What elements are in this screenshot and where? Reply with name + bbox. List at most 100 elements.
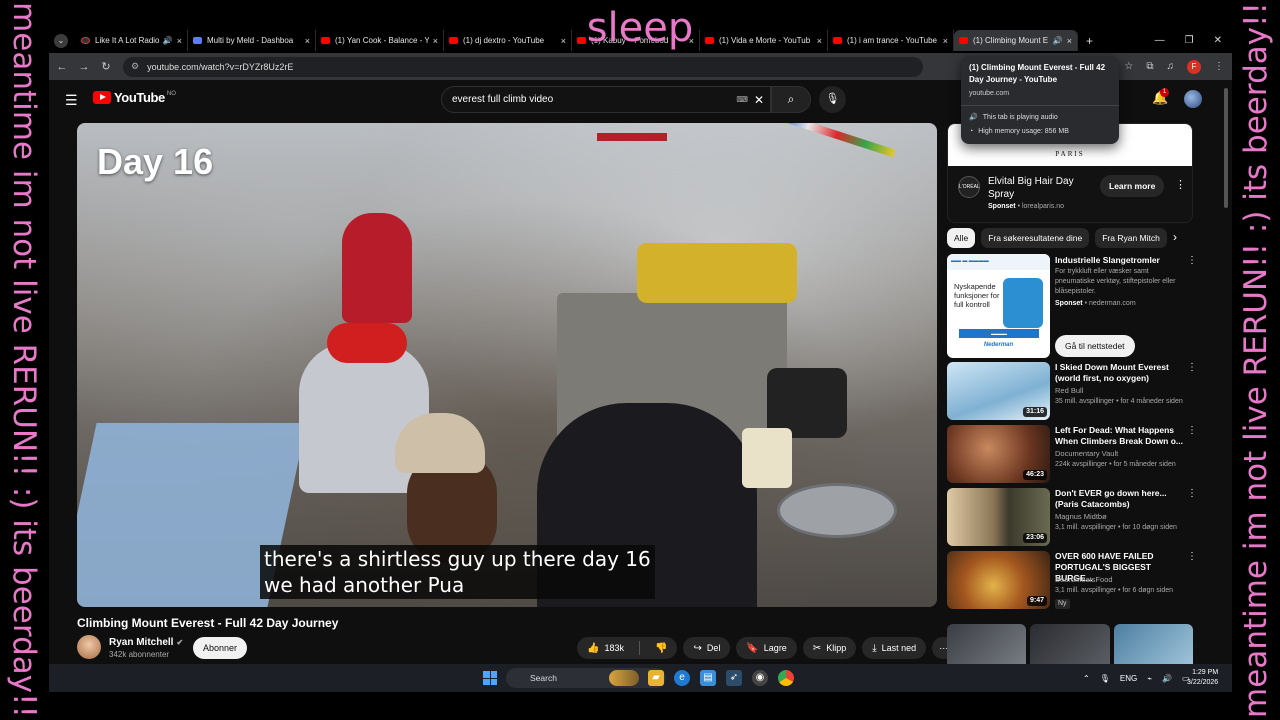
recommendation-channel[interactable]: Magnus Midtbø (1055, 512, 1107, 521)
caption-line: there's a shirtless guy up there day 16 (264, 547, 651, 571)
channel-avatar[interactable] (77, 635, 101, 659)
ad-learn-more-button[interactable]: Learn more (1100, 175, 1165, 197)
speaker-icon[interactable]: 🔊 (163, 36, 173, 45)
close-icon[interactable]: × (177, 36, 182, 46)
forward-icon[interactable]: → (73, 61, 95, 73)
recommendation-title[interactable]: Don't EVER go down here... (Paris Cataco… (1055, 488, 1185, 510)
more-options-icon[interactable]: ⋮ (1175, 178, 1186, 191)
chevron-up-icon[interactable]: ⌃ (1083, 674, 1090, 683)
more-options-icon[interactable]: ⋮ (1187, 255, 1197, 266)
youtube-logo[interactable]: YouTube NO (93, 90, 176, 105)
close-icon[interactable]: × (689, 36, 694, 46)
new-tab-button[interactable]: + (1086, 34, 1093, 48)
network-icon[interactable]: ⌁ (1147, 674, 1152, 683)
download-button[interactable]: ⤓ Last ned (862, 637, 927, 659)
tab-5[interactable]: (1) Vida e Morte - YouTub × (700, 30, 828, 51)
tab-title: (1) Yan Cook - Balance - Y (335, 36, 429, 45)
recommendation-channel[interactable]: Red Bull (1055, 386, 1083, 395)
video-thumbnail[interactable]: 46:23 (947, 425, 1050, 483)
speaker-icon[interactable]: 🔊 (1053, 36, 1063, 45)
recommendation-channel[interactable]: BeardMeatsFood (1055, 575, 1113, 584)
file-explorer-icon[interactable]: ▰ (648, 670, 664, 686)
sidebar-ad2-thumbnail[interactable]: ▬▬ ▬ ▬▬▬▬ Nyskapende funksjoner for full… (947, 254, 1050, 358)
tab-7-active[interactable]: (1) Climbing Mount E 🔊 × (954, 30, 1078, 51)
profile-avatar[interactable]: F (1187, 59, 1201, 74)
tab-search-button[interactable]: ⌄ (54, 33, 68, 48)
recommendation-title[interactable]: I Skied Down Mount Everest (world first,… (1055, 362, 1185, 384)
tab-2[interactable]: (1) Yan Cook - Balance - Y × (316, 30, 444, 51)
more-options-icon[interactable]: ⋮ (1187, 425, 1197, 436)
video-thumbnail[interactable] (1113, 624, 1193, 664)
tab-3[interactable]: (1) dj dextro - YouTube × (444, 30, 572, 51)
bookmark-star-icon[interactable]: ☆ (1124, 61, 1133, 72)
minimize-icon[interactable]: — (1155, 35, 1165, 46)
close-icon[interactable]: × (561, 36, 566, 46)
more-options-icon[interactable]: ⋮ (1187, 551, 1197, 562)
microphone-icon[interactable]: 🎙 (1100, 674, 1110, 683)
save-button[interactable]: 🔖 Lagre (736, 637, 797, 659)
channel-name-row[interactable]: Ryan Mitchell ✔ (109, 637, 183, 648)
media-icon[interactable]: ♫ (1167, 61, 1175, 72)
volume-icon[interactable]: 🔊 (1162, 674, 1172, 683)
video-player[interactable]: Day 16 there's a shirtless guy up there … (77, 123, 937, 607)
share-button[interactable]: ↪ Del (683, 637, 731, 659)
tab-4[interactable]: (1) Kabuy – Fomebod × (572, 30, 700, 51)
obs-icon[interactable]: ◉ (752, 670, 768, 686)
close-window-icon[interactable]: ✕ (1214, 35, 1222, 46)
tab-6[interactable]: (1) i am trance - YouTube × (828, 30, 954, 51)
store-icon[interactable]: ▤ (700, 670, 716, 686)
ad-title[interactable]: Elvital Big Hair Day Spray (988, 175, 1098, 201)
app-icon[interactable]: ➶ (726, 670, 742, 686)
dislike-button[interactable]: 👎 (645, 637, 677, 659)
menu-icon[interactable]: ⋮ (1214, 61, 1224, 72)
video-thumbnail[interactable]: 23:06 (947, 488, 1050, 546)
recommendation-title[interactable]: Left For Dead: What Happens When Climber… (1055, 425, 1185, 447)
windows-start-icon[interactable] (483, 671, 497, 685)
close-icon[interactable]: × (433, 36, 438, 46)
search-input[interactable]: everest full climb video ⌨ ✕ (441, 86, 771, 113)
tab-0[interactable]: Like It A Lot Radio – T 🔊 × (76, 30, 188, 51)
ad2-visit-site-button[interactable]: Gå til nettstedet (1055, 335, 1135, 357)
chip-from-search[interactable]: Fra søkeresultatene dine (981, 228, 1090, 248)
video-thumbnail[interactable]: 31:16 (947, 362, 1050, 420)
close-icon[interactable]: × (1067, 36, 1072, 46)
subscribe-button[interactable]: Abonner (193, 637, 248, 659)
account-avatar[interactable] (1184, 90, 1202, 108)
channel-name[interactable]: Ryan Mitchell (109, 637, 173, 648)
close-icon[interactable]: × (817, 36, 822, 46)
like-button[interactable]: 👍 183k (577, 637, 634, 659)
edge-browser-icon[interactable]: e (674, 670, 690, 686)
chip-all[interactable]: Alle (947, 228, 976, 248)
hamburger-menu-icon[interactable]: ☰ (65, 92, 78, 109)
keyboard-icon[interactable]: ⌨ (736, 95, 748, 104)
reload-icon[interactable]: ↻ (95, 60, 117, 73)
video-thumbnail[interactable] (947, 624, 1027, 664)
ad2-thumb-text: Nyskapende funksjoner for full kontroll (954, 282, 1000, 309)
voice-search-icon[interactable]: 🎙 (819, 86, 846, 113)
more-options-icon[interactable]: ⋮ (1187, 488, 1197, 499)
clear-search-icon[interactable]: ✕ (754, 93, 764, 107)
taskbar-search-box[interactable]: Search (506, 668, 666, 688)
restore-icon[interactable]: ❐ (1185, 35, 1194, 46)
page-scrollbar[interactable] (1224, 88, 1228, 208)
chrome-icon[interactable] (778, 670, 794, 686)
address-bar[interactable]: ⚙ youtube.com/watch?v=rDYZr8Uz2rE (123, 56, 923, 77)
video-thumbnail[interactable]: 9:47 (947, 551, 1050, 609)
extensions-icon[interactable]: ⧉ (1146, 61, 1153, 72)
search-button[interactable]: ⌕ (771, 86, 811, 113)
tab-1[interactable]: Multi by Meld - Dashboa × (188, 30, 316, 51)
ad2-title[interactable]: Industrielle Slangetromler (1055, 255, 1160, 265)
close-icon[interactable]: × (943, 36, 948, 46)
site-info-icon[interactable]: ⚙ (131, 61, 139, 72)
recommendation-channel[interactable]: Documentary Vault (1055, 449, 1118, 458)
clock[interactable]: 1:29 PM 3/22/2026 (1187, 668, 1218, 688)
close-icon[interactable]: × (305, 36, 310, 46)
search-highlight-image[interactable] (609, 670, 639, 686)
chip-from-channel[interactable]: Fra Ryan Mitch (1095, 228, 1167, 248)
clip-button[interactable]: ✂ Klipp (802, 637, 857, 659)
more-options-icon[interactable]: ⋮ (1187, 362, 1197, 373)
video-thumbnail[interactable] (1030, 624, 1110, 664)
back-icon[interactable]: ← (51, 61, 73, 73)
chevron-right-icon[interactable]: › (1173, 230, 1177, 244)
language-indicator[interactable]: ENG (1120, 674, 1137, 683)
